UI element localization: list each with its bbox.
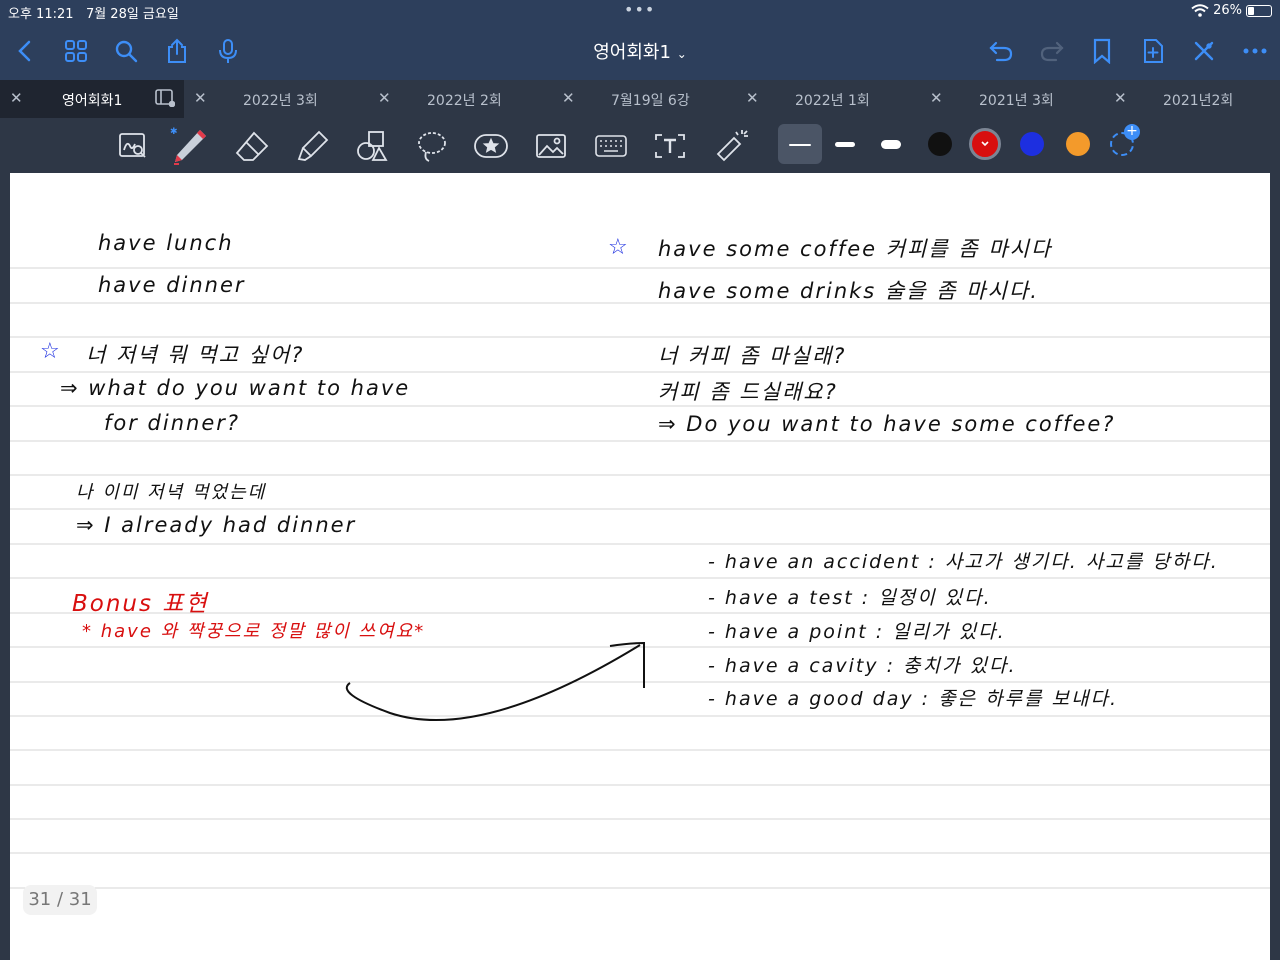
note-bonus-title: Bonus 표현 (72, 591, 209, 617)
status-time: 오후 11:21 7월 28일 금요일 (8, 7, 179, 22)
note-have-some-drinks: have some drinks 술을 좀 마시다. (658, 279, 1039, 303)
sticker-tool-icon[interactable] (471, 126, 511, 166)
chevron-down-icon: ⌄ (676, 47, 687, 61)
close-tab-icon[interactable]: ✕ (10, 89, 23, 107)
shapes-tool-icon[interactable] (352, 126, 392, 166)
bonus-item: - have a test : 일정이 있다. (708, 587, 992, 609)
pen-tool-icon[interactable]: ✱ (170, 126, 210, 166)
highlighter-tool-icon[interactable] (293, 126, 333, 166)
tab-5[interactable]: ✕ 2021년 3회 (920, 80, 1104, 118)
redo-icon[interactable] (1037, 36, 1067, 66)
tab-6[interactable]: ✕ 2021년2회 (1104, 80, 1280, 118)
page-indicator[interactable]: 31 / 31 (23, 885, 97, 915)
close-tab-icon[interactable]: ✕ (194, 89, 207, 107)
status-right: 26% (1191, 3, 1272, 18)
bonus-item: - have a point : 일리가 있다. (708, 621, 1006, 643)
add-color-icon[interactable]: + (1110, 124, 1140, 156)
more-icon[interactable] (1240, 36, 1270, 66)
document-title[interactable]: 영어회화1 ⌄ (560, 38, 720, 64)
star-marker-icon: ☆ (608, 235, 628, 260)
note-have-some-coffee: have some coffee 커피를 좀 마시다 (658, 237, 1053, 261)
lasso-tool-icon[interactable] (412, 126, 452, 166)
keyboard-tool-icon[interactable] (591, 126, 631, 166)
stroke-thin-icon[interactable] (789, 144, 811, 146)
stroke-medium-icon[interactable] (835, 142, 855, 147)
battery-icon (1246, 4, 1272, 17)
tab-4[interactable]: ✕ 2022년 1회 (736, 80, 920, 118)
tool-bar: ✱ + (0, 118, 1280, 173)
microphone-icon[interactable] (213, 36, 243, 66)
note-coffee-q-en: ⇒ Do you want to have some coffee? (658, 412, 1116, 436)
note-coffee-q-kr-1: 너 커피 좀 마실래? (658, 344, 847, 368)
bonus-item: - have a good day : 좋은 하루를 보내다. (708, 688, 1119, 710)
note-answer-kr: 나 이미 저녁 먹었는데 (76, 482, 267, 503)
wifi-icon (1191, 4, 1209, 17)
image-tool-icon[interactable] (531, 126, 571, 166)
bonus-item: - have an accident : 사고가 생기다. 사고를 당하다. (708, 551, 1219, 573)
note-answer-en: ⇒ I already had dinner (76, 513, 357, 537)
share-icon[interactable] (162, 36, 192, 66)
note-question-en-1: ⇒ what do you want to have (60, 376, 411, 400)
zoom-tool-icon[interactable] (113, 126, 153, 166)
note-question-kr: 너 저녁 뭐 먹고 싶어? (86, 343, 305, 367)
eraser-tool-icon[interactable] (232, 126, 272, 166)
laser-pointer-icon[interactable] (712, 126, 752, 166)
add-page-icon[interactable] (1138, 36, 1168, 66)
battery-percent: 26% (1213, 3, 1242, 18)
notebook-page[interactable]: have lunch have dinner ☆ 너 저녁 뭐 먹고 싶어? ⇒… (10, 173, 1270, 960)
nav-bar: 영어회화1 ⌄ (0, 24, 1280, 80)
note-have-dinner: have dinner (98, 273, 246, 297)
close-tab-icon[interactable]: ✕ (378, 89, 391, 107)
bonus-item: - have a cavity : 충치가 있다. (708, 655, 1017, 677)
split-view-icon[interactable] (155, 89, 175, 107)
note-question-en-2: for dinner? (104, 411, 241, 435)
bookmark-icon[interactable] (1087, 36, 1117, 66)
close-tab-icon[interactable]: ✕ (746, 89, 759, 107)
note-bonus-note: * have 와 짝꿍으로 정말 많이 쓰여요* (82, 621, 426, 642)
tab-1[interactable]: ✕ 2022년 3회 (184, 80, 368, 118)
svg-text:✱: ✱ (170, 127, 178, 137)
close-x-icon[interactable] (1189, 36, 1219, 66)
color-black-swatch[interactable] (928, 132, 952, 156)
color-orange-swatch[interactable] (1066, 132, 1090, 156)
stroke-thick-icon[interactable] (881, 140, 901, 149)
star-marker-icon: ☆ (40, 339, 60, 364)
grid-icon[interactable] (61, 36, 91, 66)
color-red-swatch-selected[interactable] (969, 128, 1001, 160)
note-coffee-q-kr-2: 커피 좀 드실래요? (658, 380, 838, 404)
chevron-down-icon (981, 141, 989, 147)
tab-2[interactable]: ✕ 2022년 2회 (368, 80, 552, 118)
color-blue-swatch[interactable] (1020, 132, 1044, 156)
text-tool-icon[interactable] (650, 126, 690, 166)
tab-bar: ✕ 영어회화1 ✕ 2022년 3회 ✕ 2022년 2회 ✕ 7월19일 6강 ✕ 2… (0, 80, 1280, 118)
close-tab-icon[interactable]: ✕ (930, 89, 943, 107)
close-tab-icon[interactable]: ✕ (1114, 89, 1127, 107)
tab-3[interactable]: ✕ 7월19일 6강 (552, 80, 736, 118)
undo-icon[interactable] (986, 36, 1016, 66)
close-tab-icon[interactable]: ✕ (562, 89, 575, 107)
status-bar: 오후 11:21 7월 28일 금요일 ••• 26% (0, 0, 1280, 24)
note-have-lunch: have lunch (98, 231, 234, 255)
tab-0[interactable]: ✕ 영어회화1 (0, 80, 184, 118)
search-icon[interactable] (111, 36, 141, 66)
back-chevron-icon[interactable] (10, 36, 40, 66)
multitasking-dots-icon[interactable]: ••• (624, 0, 655, 19)
